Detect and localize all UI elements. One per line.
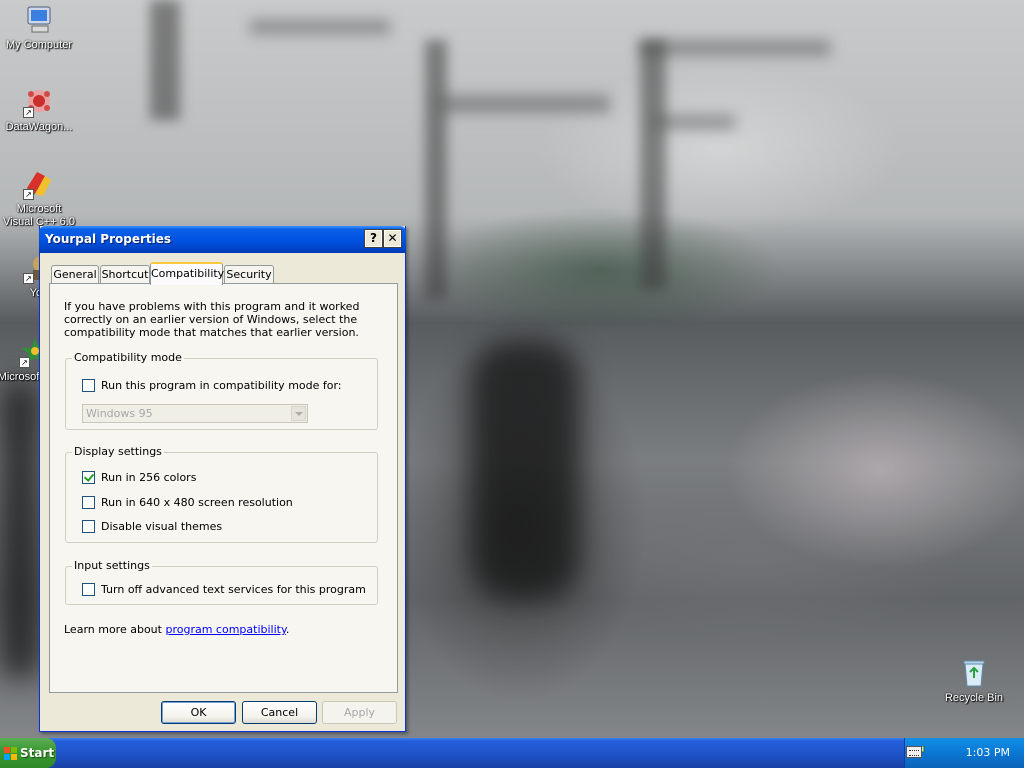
tab-shortcut[interactable]: Shortcut bbox=[100, 265, 150, 284]
ok-button[interactable]: OK bbox=[161, 701, 236, 724]
group-legend: Display settings bbox=[72, 445, 164, 458]
checkbox-box[interactable] bbox=[82, 496, 95, 509]
compatibility-mode-checkbox[interactable]: Run this program in compatibility mode f… bbox=[82, 379, 342, 392]
checkbox-label: Run in 640 x 480 screen resolution bbox=[101, 496, 293, 509]
select-value: Windows 95 bbox=[86, 407, 153, 420]
checkbox-label: Turn off advanced text services for this… bbox=[101, 583, 366, 596]
compatibility-panel: If you have problems with this program a… bbox=[49, 283, 398, 693]
group-legend: Input settings bbox=[72, 559, 152, 572]
background-shape bbox=[150, 0, 180, 120]
background-shape bbox=[640, 40, 830, 56]
shortcut-arrow-icon: ↗ bbox=[19, 357, 30, 368]
input-settings-group: Input settings Turn off advanced text se… bbox=[65, 559, 378, 605]
desktop-icon-recycle-bin[interactable]: Recycle Bin bbox=[936, 657, 1012, 705]
shortcut-arrow-icon: ↗ bbox=[23, 273, 34, 284]
checkbox-box[interactable] bbox=[82, 471, 95, 484]
apply-button[interactable]: Apply bbox=[322, 701, 397, 724]
checkbox-label: Run in 256 colors bbox=[101, 471, 197, 484]
clock[interactable]: 1:03 PM bbox=[966, 746, 1010, 759]
checkbox-box[interactable] bbox=[82, 583, 95, 596]
recycle-bin-icon bbox=[958, 657, 990, 689]
learn-more-suffix: . bbox=[285, 623, 290, 636]
datawagon-icon: ↗ bbox=[23, 86, 55, 118]
keyboard-icon[interactable] bbox=[906, 746, 922, 758]
background-shape bbox=[425, 40, 447, 300]
compatibility-mode-select[interactable]: Windows 95 bbox=[82, 404, 308, 423]
intro-text: If you have problems with this program a… bbox=[64, 300, 360, 339]
visual-cpp-icon: ↗ bbox=[23, 168, 55, 200]
tab-security[interactable]: Security bbox=[224, 265, 274, 284]
help-button[interactable]: ? bbox=[364, 229, 383, 248]
checkbox-box[interactable] bbox=[82, 379, 95, 392]
desktop-icon-datawagon[interactable]: ↗ DataWagon... bbox=[1, 86, 77, 134]
learn-more-text: Learn more about program compatibility. bbox=[64, 623, 289, 636]
background-shape bbox=[440, 95, 610, 113]
desktop-icon-label: Recycle Bin bbox=[944, 692, 1004, 704]
background-shape bbox=[470, 340, 580, 600]
dialog-title-bar[interactable]: Yourpal Properties ? ✕ bbox=[39, 226, 406, 253]
group-legend: Compatibility mode bbox=[72, 351, 184, 364]
start-label: Start bbox=[20, 746, 55, 760]
display-settings-group: Display settings Run in 256 colors Run i… bbox=[65, 445, 378, 543]
checkbox-box[interactable] bbox=[82, 520, 95, 533]
background-shape bbox=[655, 115, 735, 129]
chevron-down-icon[interactable] bbox=[291, 406, 306, 421]
system-tray: 1:03 PM bbox=[904, 738, 1024, 768]
shortcut-arrow-icon: ↗ bbox=[23, 189, 34, 200]
cancel-button[interactable]: Cancel bbox=[242, 701, 317, 724]
start-button[interactable]: Start bbox=[0, 738, 56, 768]
turn-off-text-services-checkbox[interactable]: Turn off advanced text services for this… bbox=[82, 583, 366, 596]
my-computer-icon bbox=[23, 4, 55, 36]
checkbox-label: Run this program in compatibility mode f… bbox=[101, 379, 342, 392]
close-button[interactable]: ✕ bbox=[383, 229, 402, 248]
checkbox-label: Disable visual themes bbox=[101, 520, 223, 533]
disable-visual-themes-checkbox[interactable]: Disable visual themes bbox=[82, 520, 222, 533]
tab-general[interactable]: General bbox=[51, 265, 99, 284]
learn-more-prefix: Learn more about bbox=[64, 623, 166, 636]
desktop-icon-my-computer[interactable]: My Computer bbox=[1, 4, 77, 52]
compatibility-mode-group: Compatibility mode Run this program in c… bbox=[65, 351, 378, 430]
dialog-title: Yourpal Properties bbox=[45, 232, 172, 246]
background-shape bbox=[250, 20, 390, 34]
desktop-icon-visual-cpp[interactable]: ↗ Microsoft Visual C++ 6.0 bbox=[1, 168, 77, 229]
desktop-icon-label: My Computer bbox=[5, 39, 73, 51]
background-shape bbox=[0, 380, 40, 680]
run-640x480-checkbox[interactable]: Run in 640 x 480 screen resolution bbox=[82, 496, 293, 509]
shortcut-arrow-icon: ↗ bbox=[23, 107, 34, 118]
run-256-colors-checkbox[interactable]: Run in 256 colors bbox=[82, 471, 196, 484]
background-shape bbox=[640, 40, 666, 290]
desktop-icon-label: DataWagon... bbox=[5, 121, 73, 133]
properties-dialog: Yourpal Properties ? ✕ General Shortcut … bbox=[39, 226, 406, 732]
taskbar: Start 1:03 PM bbox=[0, 738, 1024, 768]
program-compatibility-link[interactable]: program compatibility bbox=[165, 623, 285, 636]
windows-flag-icon bbox=[4, 747, 17, 760]
tab-compatibility[interactable]: Compatibility bbox=[150, 262, 224, 285]
